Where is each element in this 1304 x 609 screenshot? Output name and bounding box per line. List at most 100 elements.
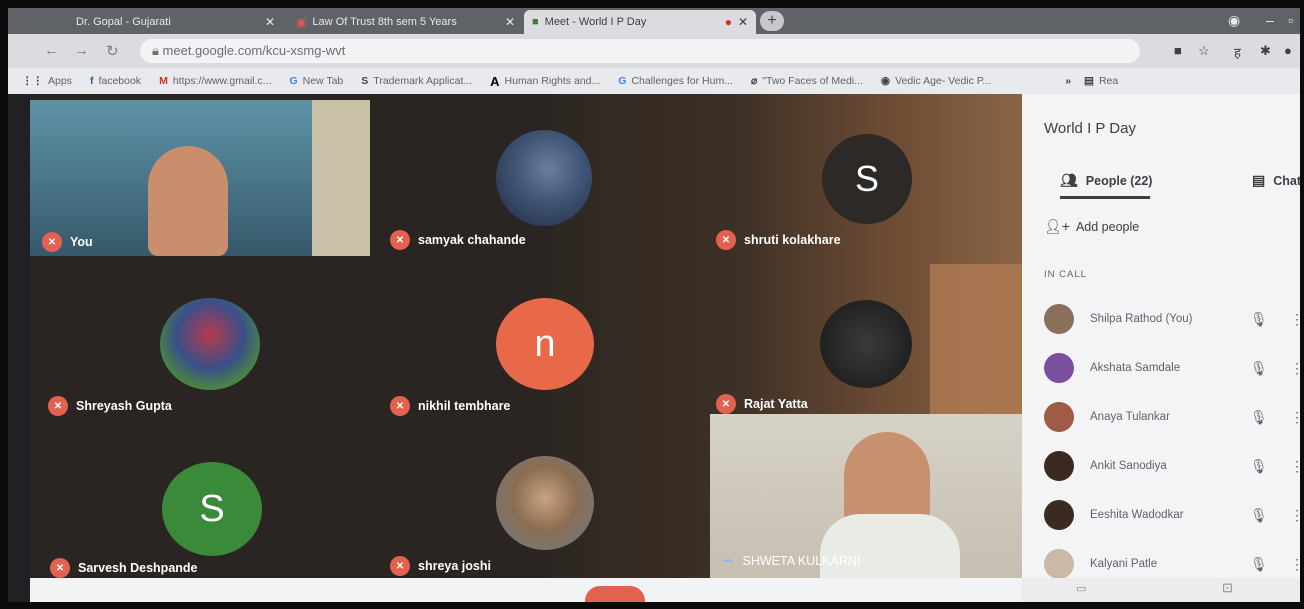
- participant-row[interactable]: Ankit Sanodiya 🎙︎ ⋮: [1044, 449, 1300, 483]
- call-controls-bar: [30, 578, 1022, 602]
- participant-clothing: [820, 514, 960, 578]
- add-people-label: Add people: [1075, 219, 1140, 234]
- meeting-title: World I P Day: [1044, 120, 1136, 137]
- bookmark-label: https://www.gmail.c...: [172, 75, 272, 87]
- avatar: n: [496, 298, 594, 390]
- participant-tile[interactable]: ✕ samyak chahande: [380, 94, 710, 256]
- people-panel: World I P Day 👥︎ People (22) ▤ Chat 👤︎+ …: [1022, 94, 1300, 602]
- name-tag: ✕ nikhil tembhare: [390, 396, 510, 416]
- bookmark-gmail[interactable]: Mhttps://www.gmail.c...: [159, 75, 271, 87]
- present-icon[interactable]: ⊡: [1222, 580, 1233, 596]
- mic-off-icon[interactable]: 🎙︎: [1250, 556, 1268, 573]
- mic-off-icon[interactable]: 🎙︎: [1250, 409, 1268, 426]
- bookmark-facebook[interactable]: f facebook: [90, 75, 141, 87]
- avatar: S: [822, 134, 912, 224]
- tab-label: Law Of Trust 8th sem 5 Years: [312, 16, 457, 28]
- add-people-button[interactable]: 👤︎+ Add people: [1044, 218, 1139, 235]
- participant-tile[interactable]: ✕ Rajat Yatta: [710, 256, 1022, 418]
- extension-icon[interactable]: ह: [1234, 43, 1241, 61]
- captions-icon[interactable]: ▭: [1076, 582, 1086, 595]
- participant-tile[interactable]: n ✕ nikhil tembhare: [380, 256, 710, 418]
- bookmark-label: Challenges for Hum...: [631, 75, 733, 87]
- bookmark-two-faces[interactable]: ⌀ "Two Faces of Medi...: [751, 75, 863, 87]
- forward-icon[interactable]: →: [74, 42, 89, 59]
- participant-name: nikhil tembhare: [418, 399, 511, 413]
- mic-off-icon: ✕: [42, 232, 62, 252]
- avatar: [820, 300, 912, 388]
- close-icon[interactable]: ● ✕: [725, 15, 748, 29]
- back-icon[interactable]: ←: [44, 42, 59, 59]
- camera-icon[interactable]: ■: [1174, 43, 1182, 58]
- participant-row[interactable]: Shilpa Rathod (You) 🎙︎ ⋮: [1044, 302, 1300, 336]
- bookmark-vedic-age[interactable]: ◉ Vedic Age- Vedic P...: [881, 75, 991, 87]
- name-tag: ✕ samyak chahande: [390, 230, 526, 250]
- minimize-icon[interactable]: –: [1266, 12, 1274, 28]
- more-icon[interactable]: ⋮: [1290, 409, 1300, 426]
- participant-tile[interactable]: S ✕ Sarvesh Deshpande: [30, 418, 370, 578]
- participant-tile[interactable]: S ✕ shruti kolakhare: [710, 94, 1022, 256]
- sr-icon: S: [361, 75, 369, 87]
- address-bar[interactable]: 🔒︎ meet.google.com/kcu-xsmg-wvt: [140, 39, 1140, 63]
- participant-tile-you[interactable]: ✕ You: [30, 100, 370, 256]
- avatar: [1044, 451, 1074, 481]
- participant-row[interactable]: Akshata Samdale 🎙︎ ⋮: [1044, 351, 1300, 385]
- door-background: [312, 100, 370, 256]
- participant-row[interactable]: Eeshita Wadodkar 🎙︎ ⋮: [1044, 498, 1300, 532]
- puzzle-icon[interactable]: ✱: [1260, 43, 1271, 59]
- participant-name: Kalyani Patle: [1090, 558, 1158, 570]
- meeting-grid: ✕ You ✕ samyak chahande S ✕ shruti kolak…: [30, 94, 1022, 578]
- participant-row[interactable]: Anaya Tulankar 🎙︎ ⋮: [1044, 400, 1300, 434]
- bookmark-label: facebook: [98, 75, 142, 87]
- reading-list-icon: ▤: [1084, 75, 1094, 87]
- new-tab-button[interactable]: +: [760, 11, 784, 31]
- participant-tile-video[interactable]: ••• SHWETA KULKARNI: [710, 414, 1022, 578]
- bookmark-newtab[interactable]: G New Tab: [289, 75, 343, 87]
- more-icon[interactable]: ⋮: [1290, 360, 1300, 377]
- avatar[interactable]: ●: [1284, 43, 1292, 58]
- google-icon: G: [618, 75, 627, 87]
- bookmark-trademark[interactable]: S Trademark Applicat...: [361, 75, 472, 87]
- avatar: [1044, 304, 1074, 334]
- participant-name: Eeshita Wadodkar: [1090, 509, 1184, 521]
- link-icon: ⌀: [750, 75, 758, 87]
- mic-off-icon: ✕: [48, 396, 68, 416]
- star-icon[interactable]: ☆: [1198, 43, 1210, 59]
- bookmarks-more[interactable]: »: [1065, 75, 1076, 87]
- bookmark-label: "Two Faces of Medi...: [762, 75, 863, 87]
- reload-icon[interactable]: ↻: [106, 42, 119, 60]
- tab-people[interactable]: 👥︎ People (22): [1060, 172, 1152, 189]
- participant-tile[interactable]: ✕ shreya joshi: [380, 418, 710, 578]
- participant-name: Akshata Samdale: [1090, 362, 1181, 374]
- tab-1[interactable]: Dr. Gopal - Gujarati ✕: [68, 10, 283, 34]
- participant-name: SHWETA KULKARNI: [742, 554, 861, 568]
- participant-row[interactable]: Kalyani Patle 🎙︎ ⋮: [1044, 547, 1300, 581]
- end-call-button[interactable]: [585, 586, 645, 602]
- mic-off-icon[interactable]: 🎙︎: [1250, 458, 1268, 475]
- tab-2[interactable]: ▣ Law Of Trust 8th sem 5 Years ✕: [288, 10, 523, 34]
- bookmark-label: New Tab: [302, 75, 344, 87]
- doc-icon: ▣: [296, 16, 307, 29]
- tab-meet[interactable]: ■ Meet - World I P Day ● ✕: [524, 10, 756, 34]
- profile-icon[interactable]: ◉: [1228, 12, 1240, 29]
- close-icon[interactable]: ✕: [505, 15, 515, 29]
- bookmark-label: Vedic Age- Vedic P...: [895, 75, 992, 87]
- close-icon[interactable]: ✕: [265, 15, 275, 29]
- more-icon[interactable]: ⋮: [1290, 311, 1300, 328]
- participant-tile[interactable]: ✕ Shreyash Gupta: [30, 256, 370, 418]
- mic-off-icon[interactable]: 🎙︎: [1250, 311, 1268, 328]
- bookmark-human-rights[interactable]: A Human Rights and...: [490, 74, 600, 89]
- participant-name: shruti kolakhare: [744, 233, 841, 247]
- mic-off-icon[interactable]: 🎙︎: [1250, 507, 1268, 524]
- bookmark-apps[interactable]: ⋮⋮ Apps: [22, 75, 72, 87]
- more-icon[interactable]: ⋮: [1290, 507, 1300, 524]
- tab-chat[interactable]: ▤ Chat: [1252, 172, 1300, 189]
- maximize-icon[interactable]: ▫: [1288, 12, 1293, 28]
- more-icon[interactable]: ⋮: [1290, 458, 1300, 475]
- reading-list[interactable]: ▤ Rea: [1084, 75, 1118, 87]
- tab-label: Chat: [1273, 173, 1300, 188]
- bookmark-challenges[interactable]: G Challenges for Hum...: [618, 75, 733, 87]
- mic-off-icon[interactable]: 🎙︎: [1250, 360, 1268, 377]
- more-icon[interactable]: ⋮: [1290, 556, 1300, 573]
- name-tag: ✕ shreya joshi: [390, 556, 491, 576]
- facebook-icon: f: [89, 75, 94, 87]
